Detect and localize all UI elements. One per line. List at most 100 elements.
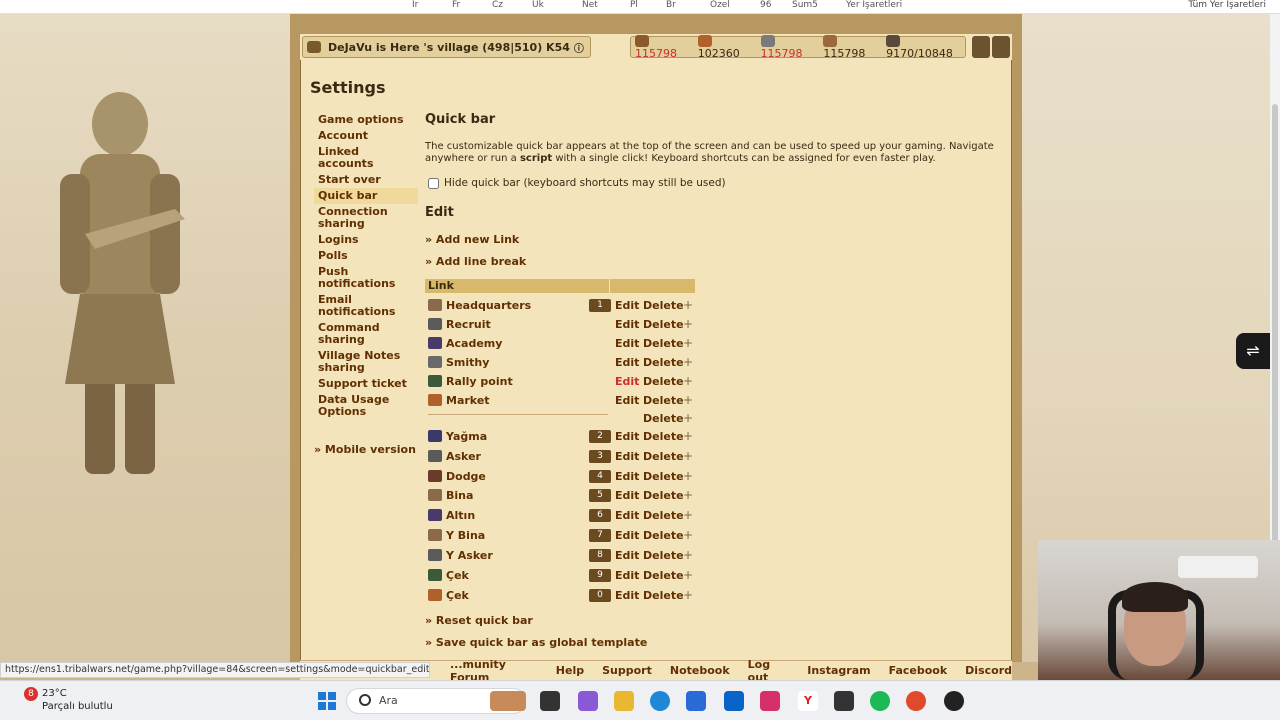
move-handle-icon[interactable]: + <box>683 508 695 522</box>
copilot-icon[interactable] <box>578 691 598 711</box>
delete-link[interactable]: Delete <box>643 589 684 602</box>
link-name[interactable]: Dodge <box>446 470 486 483</box>
menu-item-game-options[interactable]: Game options <box>314 112 418 128</box>
move-handle-icon[interactable]: + <box>683 355 695 369</box>
menu-item-logins[interactable]: Logins <box>314 232 418 248</box>
edit-link[interactable]: Edit <box>615 450 643 463</box>
menu-item-connection-sharing[interactable]: Connection sharing <box>314 204 418 232</box>
link-name[interactable]: Market <box>446 394 490 407</box>
footer-link[interactable]: Help <box>556 664 584 677</box>
edit-link[interactable]: Edit <box>615 356 643 369</box>
task-view-icon[interactable] <box>540 691 560 711</box>
app-icon[interactable] <box>834 691 854 711</box>
edit-link[interactable]: Edit <box>615 549 643 562</box>
delete-link[interactable]: Delete <box>643 412 684 425</box>
move-handle-icon[interactable]: + <box>683 298 695 312</box>
move-handle-icon[interactable]: + <box>683 568 695 582</box>
menu-item-village-notes-sharing[interactable]: Village Notes sharing <box>314 348 418 376</box>
edit-link[interactable]: Edit <box>615 337 643 350</box>
bookmark-item[interactable]: Özel <box>710 0 730 10</box>
bookmark-item[interactable]: Sum5 <box>792 0 818 10</box>
side-widget-icon[interactable]: ⇌ <box>1236 333 1270 369</box>
obs-icon[interactable] <box>944 691 964 711</box>
notifications-icon[interactable] <box>992 36 1010 58</box>
edit-link[interactable]: Edit <box>615 509 643 522</box>
link-name[interactable]: Yağma <box>446 430 487 443</box>
link-name[interactable]: Smithy <box>446 356 489 369</box>
delete-link[interactable]: Delete <box>643 356 684 369</box>
link-name[interactable]: Asker <box>446 450 481 463</box>
edit-link[interactable]: Edit <box>615 394 643 407</box>
save-global-template[interactable]: » Save quick bar as global template <box>425 636 647 649</box>
bookmark-item[interactable]: Pl <box>630 0 638 10</box>
widget-icon[interactable] <box>490 691 526 711</box>
start-icon[interactable] <box>318 692 336 710</box>
footer-link[interactable]: Notebook <box>670 664 730 677</box>
menu-item-account[interactable]: Account <box>314 128 418 144</box>
link-name[interactable]: Altın <box>446 509 475 522</box>
edge-icon[interactable] <box>650 691 670 711</box>
edit-link[interactable]: Edit <box>615 375 643 388</box>
bookmark-item[interactable]: Yer İşaretleri <box>846 0 902 10</box>
edit-link[interactable]: Edit <box>615 529 643 542</box>
delete-link[interactable]: Delete <box>643 337 684 350</box>
link-name[interactable]: Recruit <box>446 318 491 331</box>
edit-link[interactable]: Edit <box>615 299 643 312</box>
spotify-icon[interactable] <box>870 691 890 711</box>
move-handle-icon[interactable]: + <box>683 429 695 443</box>
move-handle-icon[interactable]: + <box>683 588 695 602</box>
outlook-icon[interactable] <box>724 691 744 711</box>
footer-link[interactable]: Instagram <box>807 664 870 677</box>
move-handle-icon[interactable]: + <box>683 317 695 331</box>
menu-item-command-sharing[interactable]: Command sharing <box>314 320 418 348</box>
move-handle-icon[interactable]: + <box>683 374 695 388</box>
delete-link[interactable]: Delete <box>643 549 684 562</box>
village-selector[interactable]: DeJaVu is Here 's village (498|510) K54 … <box>302 36 591 58</box>
menu-item-start-over[interactable]: Start over <box>314 172 418 188</box>
link-name[interactable]: Y Bina <box>446 529 485 542</box>
edit-link[interactable]: Edit <box>615 470 643 483</box>
premium-icon[interactable] <box>972 36 990 58</box>
instagram-icon[interactable] <box>760 691 780 711</box>
file-explorer-icon[interactable] <box>614 691 634 711</box>
move-handle-icon[interactable]: + <box>683 528 695 542</box>
delete-link[interactable]: Delete <box>643 489 684 502</box>
edit-link[interactable]: Edit <box>615 569 643 582</box>
link-name[interactable]: Çek <box>446 589 469 602</box>
footer-link[interactable]: Discord <box>965 664 1012 677</box>
edit-link[interactable]: Edit <box>615 430 643 443</box>
add-new-link[interactable]: » Add new Link <box>425 233 519 246</box>
link-name[interactable]: Bina <box>446 489 473 502</box>
delete-link[interactable]: Delete <box>643 394 684 407</box>
weather-widget[interactable]: 8 23°C Parçalı bulutlu <box>22 687 113 713</box>
delete-link[interactable]: Delete <box>643 450 684 463</box>
yandex-icon[interactable]: Y <box>798 691 818 711</box>
scrollbar-thumb[interactable] <box>1272 104 1278 564</box>
move-handle-icon[interactable]: + <box>683 449 695 463</box>
bookmark-item[interactable]: Uk <box>532 0 544 10</box>
hide-quickbar-option[interactable]: Hide quick bar (keyboard shortcuts may s… <box>428 177 726 189</box>
bookmark-item[interactable]: 96 <box>760 0 771 10</box>
move-handle-icon[interactable]: + <box>683 488 695 502</box>
move-handle-icon[interactable]: + <box>683 411 695 425</box>
edit-link[interactable]: Edit <box>615 489 643 502</box>
hide-quickbar-checkbox[interactable] <box>428 177 439 189</box>
footer-link[interactable]: Support <box>602 664 652 677</box>
mobile-version-link[interactable]: » Mobile version <box>314 443 416 456</box>
add-line-break[interactable]: » Add line break <box>425 255 526 268</box>
bookmark-item[interactable]: Fr <box>452 0 460 10</box>
move-handle-icon[interactable]: + <box>683 548 695 562</box>
bookmark-item[interactable]: Net <box>582 0 598 10</box>
bookmark-item[interactable]: Cz <box>492 0 503 10</box>
delete-link[interactable]: Delete <box>643 430 684 443</box>
reset-quickbar[interactable]: » Reset quick bar <box>425 614 533 627</box>
bookmark-item[interactable]: Br <box>666 0 676 10</box>
edit-link[interactable]: Edit <box>615 589 643 602</box>
bookmarks-all[interactable]: Tüm Yer İşaretleri <box>1188 0 1266 10</box>
link-name[interactable]: Headquarters <box>446 299 531 312</box>
edit-link[interactable]: Edit <box>615 318 643 331</box>
delete-link[interactable]: Delete <box>643 509 684 522</box>
delete-link[interactable]: Delete <box>643 529 684 542</box>
link-name[interactable]: Çek <box>446 569 469 582</box>
delete-link[interactable]: Delete <box>643 318 684 331</box>
